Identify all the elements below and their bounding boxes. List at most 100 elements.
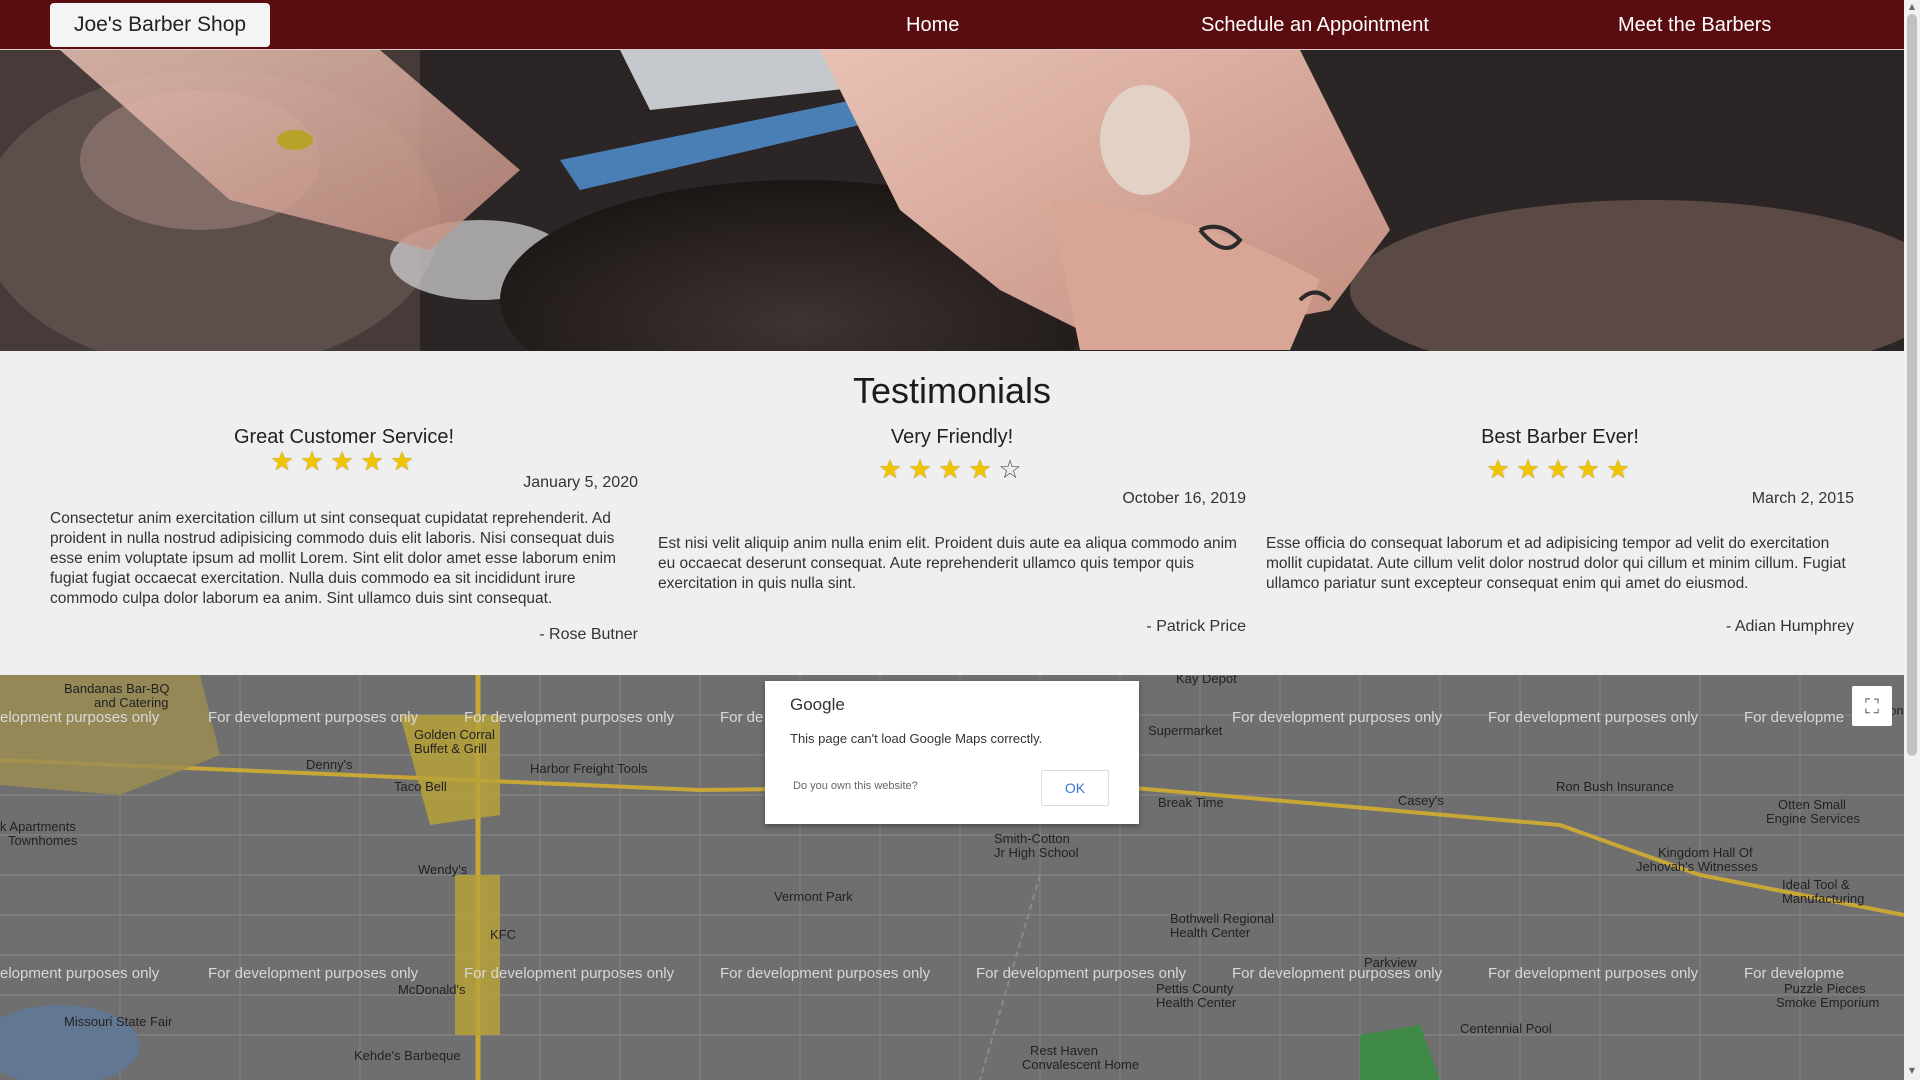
map-place: k Apartments xyxy=(0,819,76,834)
scroll-down-arrow[interactable]: ▼ xyxy=(1907,1066,1917,1075)
map-place: Wendy's xyxy=(418,862,468,877)
dialog-message: This page can't load Google Maps correct… xyxy=(790,731,1043,746)
map-place: Convalescent Home xyxy=(1022,1057,1140,1072)
map-place: Ideal Tool & xyxy=(1782,877,1850,892)
map-place: Buffet & Grill xyxy=(414,741,487,756)
map-place: Harbor Freight Tools xyxy=(530,761,648,776)
map-place: Townhomes xyxy=(8,833,78,848)
review-author: - Adian Humphrey xyxy=(1725,618,1854,635)
map-place: Denny's xyxy=(306,757,353,772)
review-body: Est nisi velit aliquip anim nulla enim e… xyxy=(658,535,1237,592)
star-filled-icon: ★ xyxy=(968,454,996,484)
map-watermark: For developme xyxy=(1744,709,1845,726)
star-filled-icon: ★ xyxy=(270,446,298,476)
map-place: Bandanas Bar-BQ xyxy=(64,681,170,696)
map-place: Smith-Cotton xyxy=(994,831,1070,846)
map-watermark: For development purposes only xyxy=(1488,965,1699,982)
map-place: Centennial Pool xyxy=(1460,1021,1552,1036)
map-place: Manufacturing xyxy=(1782,891,1865,906)
map-place: Kehde's Barbeque xyxy=(354,1048,461,1063)
review-author: - Patrick Price xyxy=(1146,618,1246,635)
map-place: KFC xyxy=(490,927,516,942)
map-place: Bothwell Regional xyxy=(1170,911,1275,926)
map-watermark: For development purposes only xyxy=(464,709,675,726)
review-title: Best Barber Ever! xyxy=(1481,426,1639,448)
star-filled-icon: ★ xyxy=(878,454,906,484)
map-place: Otten Small xyxy=(1778,797,1846,812)
scroll-up-arrow[interactable]: ▲ xyxy=(1907,2,1917,11)
map-place: Golden Corral xyxy=(414,727,495,742)
map-watermark: For developme xyxy=(1744,965,1845,982)
star-filled-icon: ★ xyxy=(360,446,388,476)
map-place: Ron Bush Insurance xyxy=(1556,779,1674,794)
map-place: and Catering xyxy=(94,695,169,710)
map-watermark: For development purposes only xyxy=(1232,709,1443,726)
map-watermark: elopment purposes only xyxy=(0,965,160,982)
fullscreen-icon: ⛶ xyxy=(1865,694,1879,718)
star-filled-icon: ★ xyxy=(938,454,966,484)
star-rating: ★ ★ ★ ★ ☆ xyxy=(658,454,1246,485)
review-author: - Rose Butner xyxy=(539,626,638,643)
map-place: Puzzle Pieces xyxy=(1784,981,1866,996)
star-filled-icon: ★ xyxy=(1486,454,1514,484)
star-empty-icon: ☆ xyxy=(998,454,1026,484)
nav-barbers-link[interactable]: Meet the Barbers xyxy=(1618,0,1771,49)
review-card: Great Customer Service! ★ ★ ★ ★ ★ January 5,… xyxy=(50,420,638,650)
map-place: Pettis County xyxy=(1156,981,1234,996)
map-place: Kingdom Hall Of xyxy=(1658,845,1753,860)
map-watermark: For development purposes only xyxy=(976,965,1187,982)
review-title: Very Friendly! xyxy=(890,426,1014,448)
dialog-ok-button[interactable]: OK xyxy=(1041,770,1109,806)
maps-error-dialog: Google This page can't load Google Maps … xyxy=(765,681,1139,824)
star-filled-icon: ★ xyxy=(300,446,328,476)
map-place: Health Center xyxy=(1156,995,1237,1010)
map-watermark: For development purposes only xyxy=(464,965,675,982)
map-watermark: For development purposes only xyxy=(208,709,419,726)
map-watermark: For development purposes only xyxy=(720,965,931,982)
dialog-title: Google xyxy=(790,695,845,714)
star-filled-icon: ★ xyxy=(908,454,936,484)
nav-home-link[interactable]: Home xyxy=(906,0,959,49)
map-place: Taco Bell xyxy=(394,779,447,794)
map-watermark: For de xyxy=(720,709,764,726)
map-watermark: elopment purposes only xyxy=(0,709,160,726)
review-date: October 16, 2019 xyxy=(1122,490,1246,507)
star-rating: ★ ★ ★ ★ ★ xyxy=(1266,454,1854,485)
map-place: Smoke Emporium xyxy=(1776,995,1880,1010)
map-place: Health Center xyxy=(1170,925,1251,940)
map-watermark: For development purposes only xyxy=(1232,965,1443,982)
review-body: Consectetur anim exercitation cillum ut … xyxy=(50,510,617,607)
map-place: Jehovah's Witnesses xyxy=(1636,859,1758,874)
map-place: Vermont Park xyxy=(774,889,853,904)
brand-button[interactable]: Joe's Barber Shop xyxy=(50,3,270,47)
review-date: March 2, 2015 xyxy=(1751,490,1854,507)
star-filled-icon: ★ xyxy=(330,446,358,476)
testimonials-heading: Testimonials xyxy=(852,370,1052,411)
map-place: McDonald's xyxy=(398,982,466,997)
map-place: Break Time xyxy=(1158,795,1224,810)
hero-image xyxy=(0,50,1904,351)
map-place: Engine Services xyxy=(1766,811,1860,826)
star-filled-icon: ★ xyxy=(1606,454,1634,484)
own-website-link[interactable]: Do you own this website? xyxy=(793,780,918,792)
scrollbar-thumb[interactable] xyxy=(1907,14,1917,756)
review-card: Best Barber Ever! ★ ★ ★ ★ ★ March 2, 2015 Es… xyxy=(1266,420,1854,650)
star-filled-icon: ★ xyxy=(1546,454,1574,484)
map-watermark: For development purposes only xyxy=(1488,709,1699,726)
review-body: Esse officia do consequat laborum et ad … xyxy=(1266,535,1846,592)
review-date: January 5, 2020 xyxy=(523,474,638,491)
map-place: Casey's xyxy=(1398,793,1444,808)
map-place: Kay Depot xyxy=(1176,675,1237,686)
map-place: Supermarket xyxy=(1148,723,1223,738)
review-card: Very Friendly! ★ ★ ★ ★ ☆ October 16, 2019 Es… xyxy=(658,420,1246,650)
map-fullscreen-button[interactable]: ⛶ xyxy=(1852,686,1892,726)
map-watermark: For development purposes only xyxy=(208,965,419,982)
map-place: Missouri State Fair xyxy=(64,1014,173,1029)
map-place: Rest Haven xyxy=(1030,1043,1098,1058)
star-rating: ★ ★ ★ ★ ★ xyxy=(50,446,638,477)
star-filled-icon: ★ xyxy=(1576,454,1604,484)
nav-schedule-link[interactable]: Schedule an Appointment xyxy=(1201,0,1429,49)
star-filled-icon: ★ xyxy=(1516,454,1544,484)
navbar: Joe's Barber Shop Home Schedule an Appoi… xyxy=(0,0,1904,50)
map-place: Jr High School xyxy=(994,845,1079,860)
